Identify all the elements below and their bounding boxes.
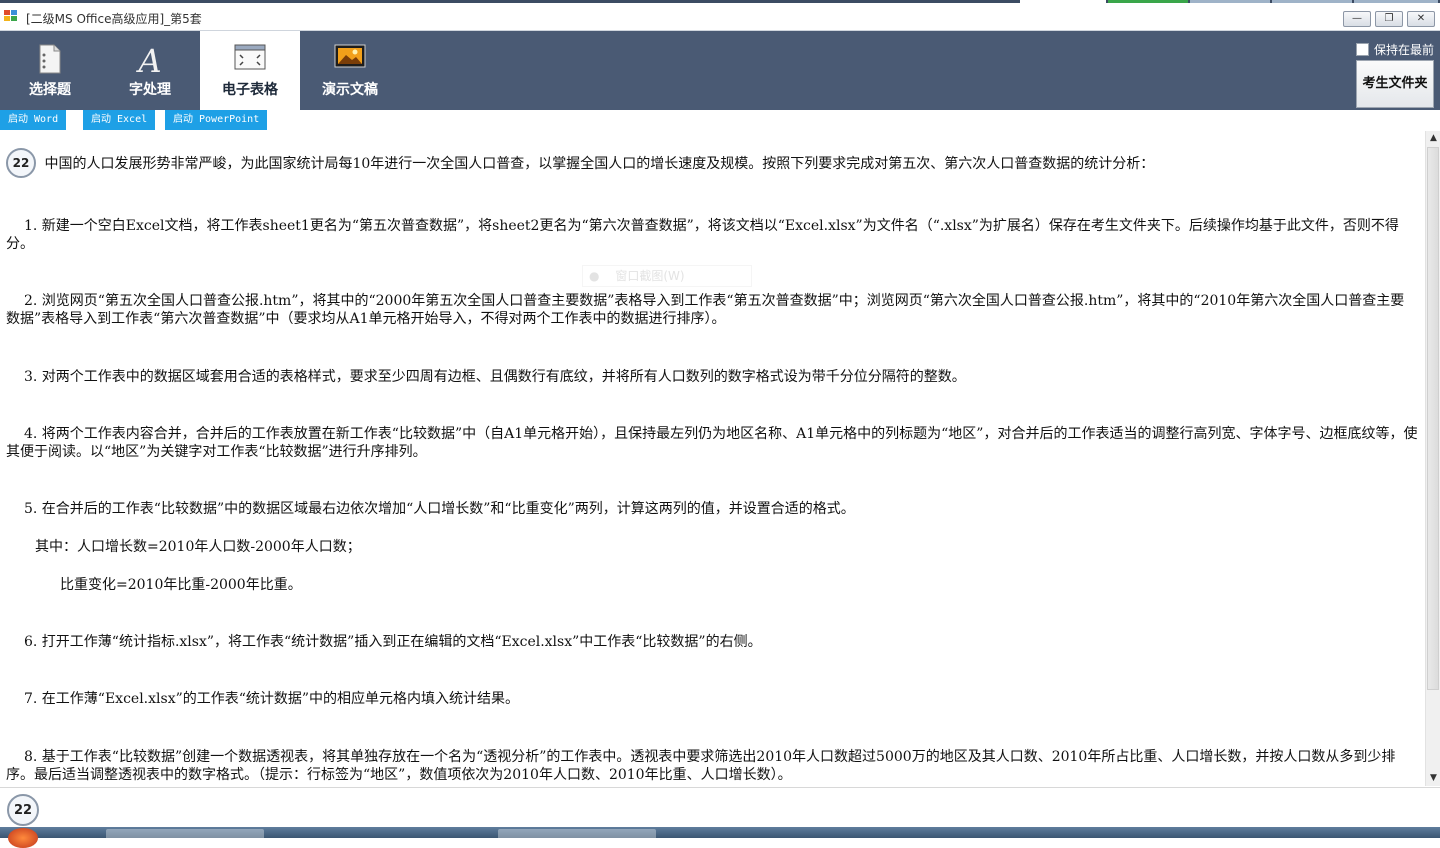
launch-word-button[interactable]: 启动 Word [0,110,68,130]
launch-excel-button[interactable]: 启动 Excel [83,110,157,130]
ghost-context-menu-item: ● 窗口截图(W) [582,265,752,287]
scroll-up-arrow-icon[interactable]: ▲ [1426,131,1440,146]
letter-a-icon: A [135,42,165,80]
checkbox-box[interactable] [1356,43,1369,56]
restore-button[interactable]: ❐ [1375,11,1403,27]
current-question-button[interactable]: 22 [7,794,39,826]
tab-label: 电子表格 [222,82,278,98]
step-1: 1. 新建一个空白Excel文档，将工作表sheet1更名为“第五次普查数据”，… [6,218,1399,252]
question-content: 22 中国的人口发展形势非常严峻，为此国家统计局每10年进行一次全国人口普查，以… [0,131,1425,786]
minimize-button[interactable]: — [1343,11,1371,27]
question-intro-text: 中国的人口发展形势非常严峻，为此国家统计局每10年进行一次全国人口普查，以掌握全… [44,156,1155,172]
vertical-scrollbar[interactable]: ▲ ▼ [1425,131,1440,786]
start-orb-icon[interactable] [8,828,38,848]
step-2: 2. 浏览网页“第五次全国人口普查公报.htm”，将其中的“2000年第五次全国… [6,293,1405,327]
step-4: 4. 将两个工作表内容合并，合并后的工作表放置在新工作表“比较数据”中（自A1单… [6,426,1418,460]
close-button[interactable]: ✕ [1407,11,1435,27]
step-3: 3. 对两个工作表中的数据区域套用合适的表格样式，要求至少四周有边框、且偶数行有… [24,369,966,385]
question-navigator: 22 [0,787,1440,828]
radio-dot-icon: ● [589,269,600,283]
tab-spreadsheet[interactable]: 电子表格 [200,31,300,110]
screenshot-menu-label: 窗口截图(W) [615,269,685,283]
tab-presentation[interactable]: 演示文稿 [300,31,400,110]
step-8: 8. 基于工作表“比较数据”创建一个数据透视表，将其单独存放在一个名为“透视分析… [6,749,1396,783]
candidate-folder-button[interactable]: 考生文件夹 [1356,60,1434,108]
step-5-formula-growth: 其中：人口增长数=2010年人口数-2000年人口数； [35,539,361,555]
step-7: 7. 在工作薄“Excel.xlsx”的工作表“统计数据”中的相应单元格内填入统… [24,691,520,707]
scroll-thumb[interactable] [1427,147,1439,690]
step-6: 6. 打开工作薄“统计指标.xlsx”，将工作表“统计数据”插入到正在编辑的文档… [24,634,762,650]
top-edge-strip [0,0,1440,3]
question-intro: 22 中国的人口发展形势非常严峻，为此国家统计局每10年进行一次全国人口普查，以… [6,148,1154,178]
step-5: 5. 在合并后的工作表“比较数据”中的数据区域最右边依次增加“人口增长数”和“比… [24,501,855,517]
title-bar: [二级MS Office高级应用]_第5套 — ❐ ✕ [0,0,1440,31]
launch-bar: 启动 Word 启动 Excel 启动 PowerPoint [0,110,1440,130]
os-taskbar [0,827,1440,848]
main-toolbar: 选择题 A 字处理 电子表格 演示文稿 保持在最前 考生文件夹 [0,31,1440,110]
window-title: [二级MS Office高级应用]_第5套 [26,12,202,26]
keep-on-top-label: 保持在最前 [1374,43,1435,57]
step-5-formula-ratio: 比重变化=2010年比重-2000年比重。 [60,577,302,593]
launch-powerpoint-button[interactable]: 启动 PowerPoint [165,110,269,130]
taskbar-item[interactable] [106,829,264,838]
keep-on-top-checkbox[interactable]: 保持在最前 [1356,41,1434,58]
app-icon [4,10,18,22]
tab-label: 选择题 [29,82,71,98]
scroll-down-arrow-icon[interactable]: ▼ [1426,771,1440,786]
svg-text:A: A [135,44,161,76]
tab-label: 字处理 [129,82,171,98]
document-list-icon [38,44,62,78]
slideshow-icon [334,44,366,76]
tab-word-processing[interactable]: A 字处理 [100,31,200,110]
question-number-badge: 22 [6,148,36,178]
taskbar-item[interactable] [498,829,656,838]
spreadsheet-icon [234,44,266,74]
tab-label: 演示文稿 [322,82,378,98]
tab-choice-questions[interactable]: 选择题 [0,31,100,110]
